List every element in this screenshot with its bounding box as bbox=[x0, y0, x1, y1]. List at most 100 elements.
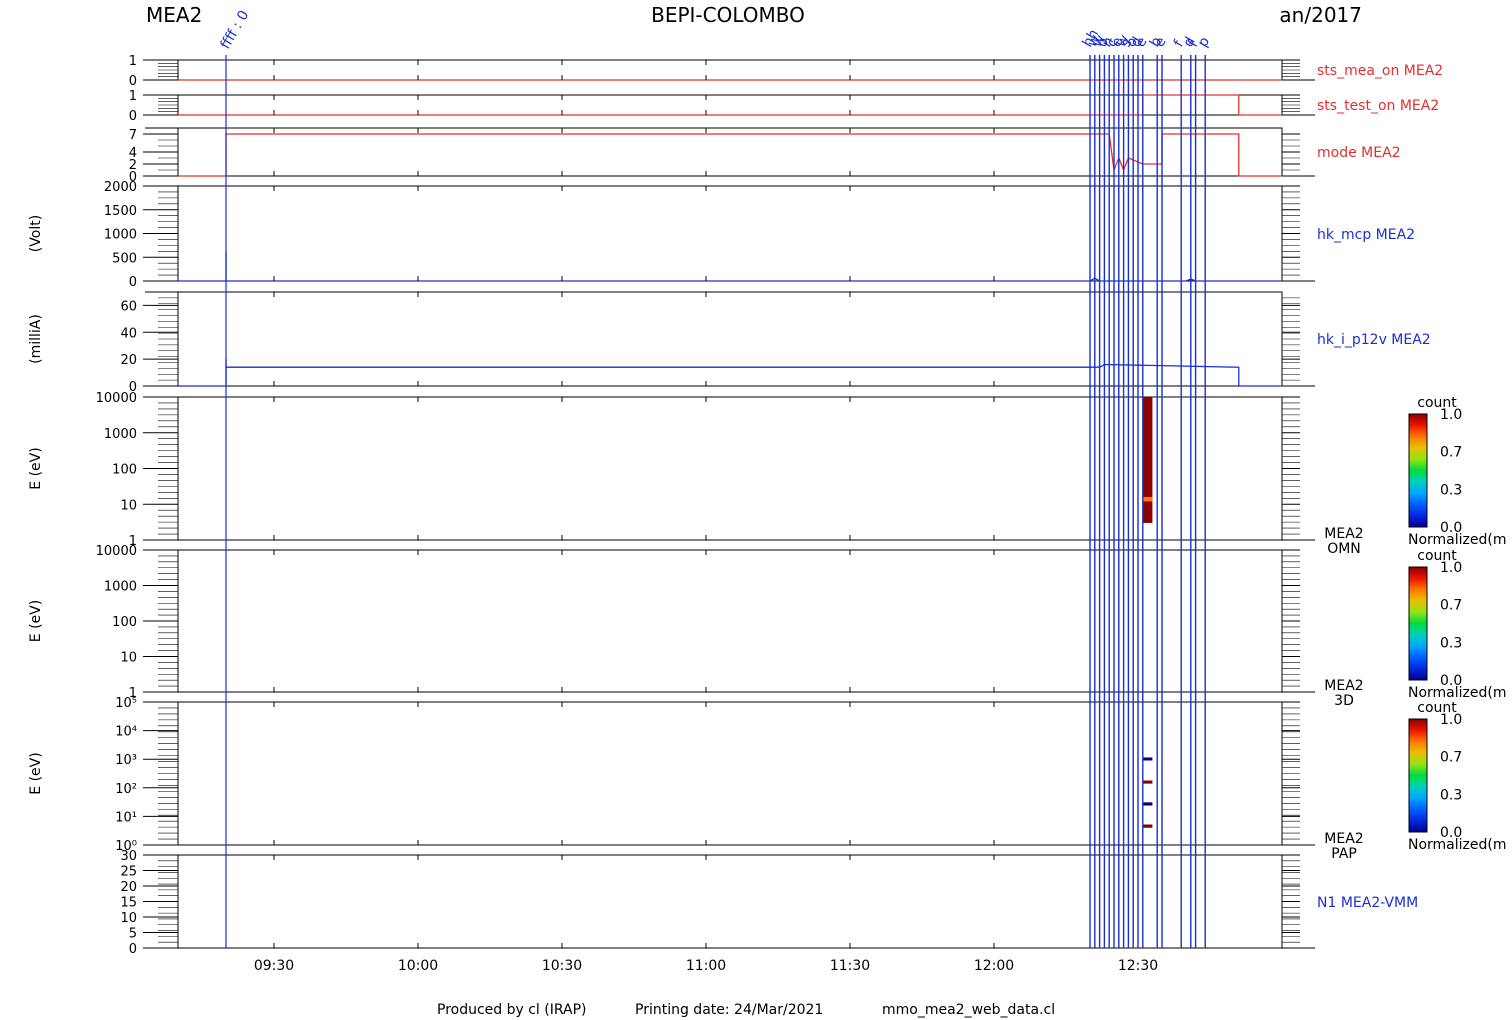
panel-side-label: PAP bbox=[1331, 846, 1357, 862]
colorbar-tick-label: 1.0 bbox=[1440, 712, 1462, 728]
x-tick-label: 10:00 bbox=[398, 958, 438, 974]
panel-sts-test-on-mea2: 1 0 sts_test_on MEA2 bbox=[129, 89, 1440, 124]
y-tick-label: 15 bbox=[120, 896, 137, 911]
y-tick-label: 10000 bbox=[96, 391, 137, 406]
y-tick-label: 1000 bbox=[104, 427, 137, 442]
colorbar-label: Normalized(m bbox=[1408, 685, 1507, 701]
panel-side-label: MEA2 bbox=[1324, 678, 1363, 694]
y-axis-label: E (eV) bbox=[28, 447, 44, 489]
y-tick-label: 0 bbox=[129, 275, 137, 290]
panel-side-label: MEA2 bbox=[1324, 526, 1363, 542]
series-name-label: hk_i_p12v MEA2 bbox=[1317, 332, 1431, 348]
panel-frame bbox=[177, 854, 1283, 949]
y-axis-label: E (eV) bbox=[28, 752, 44, 794]
y-tick-label: 1500 bbox=[104, 204, 137, 219]
panel-mea2-omn: 100001000100101E (eV)MEA2OMN bbox=[28, 391, 1364, 557]
y-tick-label: 500 bbox=[112, 251, 137, 266]
series-name-label: mode MEA2 bbox=[1317, 145, 1401, 161]
instrument-title: MEA2 bbox=[146, 3, 202, 27]
y-tick-label: 5 bbox=[129, 927, 137, 942]
y-tick-label: 20 bbox=[120, 880, 137, 895]
series-line-hk-i-p12v-mea2 bbox=[178, 359, 1282, 387]
colorbars: count1.00.70.30.0Normalized(mcount1.00.7… bbox=[1408, 395, 1507, 853]
series-name-label: sts_mea_on MEA2 bbox=[1317, 63, 1443, 79]
series-name-label: sts_test_on MEA2 bbox=[1317, 98, 1439, 114]
colorbar-tick-label: 1.0 bbox=[1440, 560, 1462, 576]
y-tick-label: 20 bbox=[120, 353, 137, 368]
colorbar-tick-label: 0.3 bbox=[1440, 787, 1462, 803]
y-tick-label: 10² bbox=[115, 782, 137, 797]
y-tick-label: 100 bbox=[112, 615, 137, 630]
y-tick-label: 1 bbox=[129, 54, 137, 69]
x-tick-label: 12:00 bbox=[974, 958, 1014, 974]
panel-side-label: MEA2 bbox=[1324, 831, 1363, 847]
panel-frame bbox=[177, 59, 1283, 81]
heatmap-cell bbox=[1142, 397, 1153, 523]
colorbar-tick-label: 1.0 bbox=[1440, 407, 1462, 423]
colorbar-label: Normalized(m bbox=[1408, 837, 1507, 853]
y-tick-label: 10³ bbox=[115, 753, 137, 768]
panel-frame bbox=[177, 549, 1283, 693]
colorbar-tick-label: 0.7 bbox=[1440, 598, 1462, 614]
y-tick-label: 0 bbox=[129, 74, 137, 89]
y-tick-label: 2000 bbox=[104, 180, 137, 195]
footer-printing-date: Printing date: 24/Mar/2021 bbox=[635, 1002, 823, 1018]
footer-script: mmo_mea2_web_data.cl bbox=[882, 1002, 1055, 1018]
panel-side-label: OMN bbox=[1327, 541, 1361, 557]
panel-frame bbox=[177, 94, 1283, 116]
y-tick-label: 1000 bbox=[104, 580, 137, 595]
y-tick-label: 10¹ bbox=[115, 810, 137, 825]
panel-side-label: 3D bbox=[1334, 693, 1354, 709]
heatmap-cell bbox=[1142, 496, 1153, 502]
heatmap-cell bbox=[1142, 757, 1153, 761]
y-tick-label: 10 bbox=[120, 911, 137, 926]
y-tick-label: 25 bbox=[120, 865, 137, 880]
x-tick-label: 11:00 bbox=[686, 958, 726, 974]
series-line-sts-test-on-mea2 bbox=[178, 94, 1282, 116]
y-tick-label: 0 bbox=[129, 942, 137, 957]
mission-title: BEPI-COLOMBO bbox=[651, 3, 805, 27]
x-tick-label: 09:30 bbox=[254, 958, 294, 974]
panels: 10sts_mea_on MEA210sts_test_on MEA27420m… bbox=[28, 54, 1443, 957]
colorbar-gradient-bar bbox=[1408, 718, 1428, 833]
x-tick-label: 12:30 bbox=[1118, 958, 1158, 974]
panel-frame bbox=[177, 185, 1283, 282]
series-line-mode-mea2 bbox=[178, 133, 1282, 177]
y-tick-label: 10 bbox=[120, 651, 137, 666]
colorbar-gradient-bar bbox=[1408, 413, 1428, 528]
y-tick-label: 30 bbox=[120, 849, 137, 864]
y-tick-label: 100 bbox=[112, 463, 137, 478]
panel-hk-mcp-mea2: 2000 1500 1000 500 0 (Volt) hk_mcp MEA2 bbox=[28, 180, 1415, 290]
heatmap-cell bbox=[1142, 824, 1153, 828]
panel-frame bbox=[177, 127, 1283, 177]
y-axis-label: (Volt) bbox=[28, 215, 44, 252]
panel-mea2-pap: 10⁵10⁴10³10²10¹10⁰E (eV)MEA2PAP bbox=[28, 696, 1364, 862]
colorbar-tick-label: 0.3 bbox=[1440, 482, 1462, 498]
y-tick-label: 10⁵ bbox=[115, 696, 137, 711]
panel-frame bbox=[177, 701, 1283, 846]
time-axis: 09:30 10:00 10:30 11:00 11:30 12:00 12:30 bbox=[145, 60, 1315, 974]
event-markers: ffff : 0 hhwwoncewsodebe fdfp bbox=[218, 8, 1213, 948]
y-tick-label: 10 bbox=[120, 498, 137, 513]
series-name-label: N1 MEA2-VMM bbox=[1317, 895, 1418, 911]
x-tick-label: 11:30 bbox=[830, 958, 870, 974]
colorbar-gradient-bar bbox=[1408, 566, 1428, 681]
y-axis-label: (milliA) bbox=[28, 314, 44, 364]
panel-frame bbox=[177, 396, 1283, 541]
colorbar-tick-label: 0.7 bbox=[1440, 750, 1462, 766]
footer-producer: Produced by cl (IRAP) bbox=[437, 1002, 587, 1018]
panel-mea2-3d: 100001000100101E (eV)MEA23D bbox=[28, 544, 1364, 709]
event-label: ffff : 0 bbox=[218, 8, 253, 52]
y-tick-label: 10⁴ bbox=[115, 725, 137, 740]
colorbar-tick-label: 0.3 bbox=[1440, 635, 1462, 651]
panel-hk-i-p12v-mea2: 6040200(milliA) hk_i_p12v MEA2 bbox=[28, 291, 1431, 395]
panel-n1-mea2-vmm: 302520151050 N1 MEA2-VMM bbox=[120, 849, 1418, 957]
y-tick-label: 0 bbox=[129, 109, 137, 124]
y-tick-label: 40 bbox=[120, 326, 137, 341]
y-tick-label: 10000 bbox=[96, 544, 137, 559]
date-title: an/2017 bbox=[1279, 3, 1362, 27]
series-line-hk-mcp-mea2 bbox=[178, 252, 1282, 282]
heatmap-cell bbox=[1142, 780, 1153, 784]
event-label: e bbox=[1152, 35, 1170, 50]
y-tick-label: 7 bbox=[129, 128, 137, 143]
